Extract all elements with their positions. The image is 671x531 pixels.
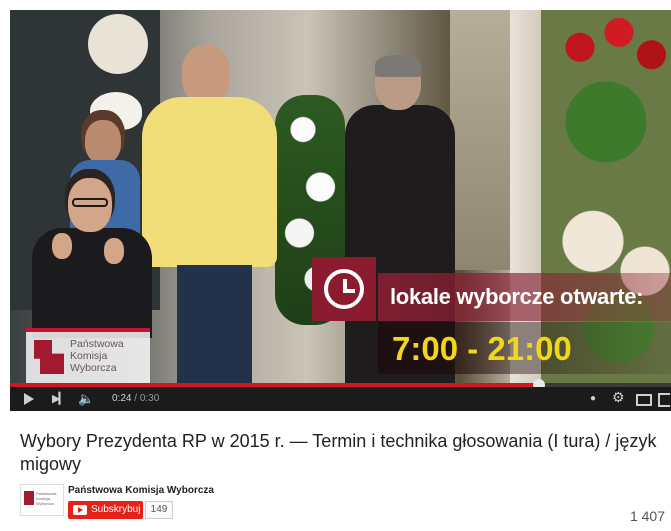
view-count: 1 407 (629, 508, 665, 524)
player-controls: ▶▎ 🔈 0:24 / 0:30 ● ⚙ (10, 387, 671, 411)
youtube-icon (73, 505, 87, 515)
video-player[interactable]: Państwowa Komisja Wyborcza lokale wyborc… (10, 10, 671, 411)
channel-name[interactable]: Państwowa Komisja Wyborcza (68, 485, 214, 496)
channel-avatar-text: Państwowa Komisja Wyborcza (36, 491, 57, 506)
time-display: 0:24 / 0:30 (112, 393, 159, 404)
overlay-caption-text: lokale wyborcze otwarte: (390, 284, 644, 309)
current-time: 0:24 (112, 393, 132, 404)
clock-icon-box (312, 257, 376, 321)
sign-language-interpreter (32, 178, 152, 338)
time-separator: / (131, 393, 140, 404)
subscribe-button[interactable]: Subskrybuj (68, 501, 143, 519)
pkw-emblem-icon (24, 491, 34, 505)
gear-icon[interactable]: ⚙ (612, 389, 625, 405)
pkw-emblem-icon (34, 340, 64, 374)
clock-icon (324, 269, 364, 309)
overlay-hours-text: 7:00 - 21:00 (392, 330, 572, 367)
decor-plate (88, 14, 148, 74)
subscribe-label: Subskrybuj (91, 504, 141, 515)
overlay-hours: 7:00 - 21:00 (378, 322, 671, 374)
video-title: Wybory Prezydenta RP w 2015 r. — Termin … (20, 431, 657, 474)
overlay-logo-text: Państwowa Komisja Wyborcza (70, 338, 124, 374)
cc-icon[interactable]: ● (590, 391, 596, 407)
channel-avatar[interactable]: Państwowa Komisja Wyborcza (20, 484, 64, 516)
next-icon[interactable]: ▶▎ (52, 391, 67, 407)
subscriber-count: 149 (145, 501, 173, 519)
video-page: Państwowa Komisja Wyborcza lokale wyborc… (0, 0, 671, 531)
duration: 0:30 (139, 393, 160, 404)
background-window (450, 10, 510, 270)
voter-person-yellow (142, 45, 277, 383)
volume-icon[interactable]: 🔈 (78, 391, 94, 407)
fullscreen-icon[interactable] (658, 393, 670, 407)
theater-icon[interactable] (636, 394, 652, 406)
play-icon[interactable] (24, 393, 34, 405)
overlay-caption: lokale wyborcze otwarte: (378, 273, 671, 321)
overlay-logo: Państwowa Komisja Wyborcza (26, 328, 150, 383)
video-frame[interactable]: Państwowa Komisja Wyborcza lokale wyborc… (10, 10, 671, 383)
